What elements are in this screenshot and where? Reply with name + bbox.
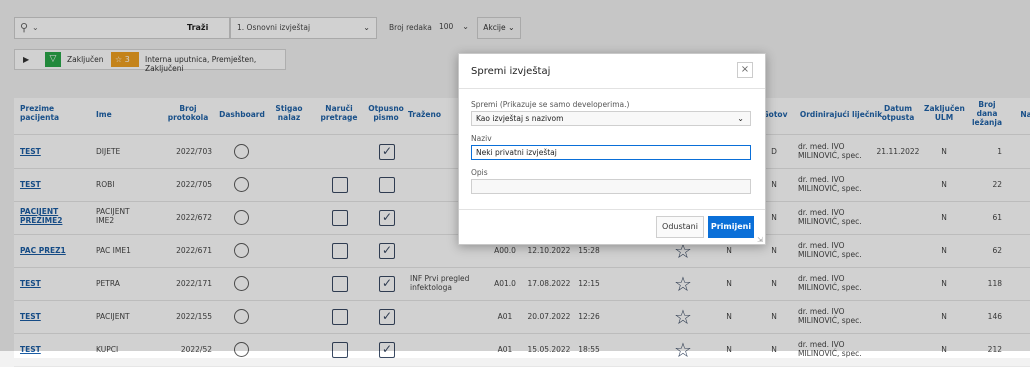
dialog-title: Spremi izvještaj (471, 66, 551, 77)
save-report-dialog: Spremi izvještaj × Spremi (Prikazuje se … (458, 53, 766, 245)
desc-input[interactable] (471, 179, 751, 194)
cancel-button[interactable]: Odustani (656, 216, 704, 238)
chevron-down-icon: ⌄ (737, 114, 744, 123)
close-button[interactable]: × (737, 62, 753, 78)
save-select-value: Kao izvještaj s nazivom (476, 114, 564, 123)
desc-label: Opis (471, 168, 488, 177)
apply-button[interactable]: Primijeni (708, 216, 754, 238)
save-label: Spremi (Prikazuje se samo developerima.) (471, 100, 630, 109)
name-input[interactable]: Neki privatni izvještaj (471, 145, 751, 160)
name-label: Naziv (471, 134, 492, 143)
save-select[interactable]: Kao izvještaj s nazivom ⌄ (471, 111, 751, 126)
resize-handle-icon[interactable]: ⇲ (757, 236, 763, 244)
